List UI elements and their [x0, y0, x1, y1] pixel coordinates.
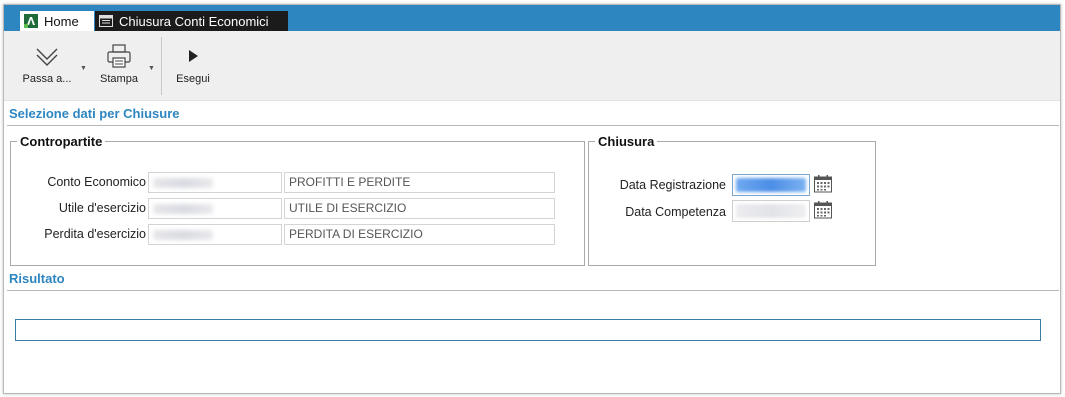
redacted-value — [736, 178, 806, 192]
esegui-label: Esegui — [176, 73, 210, 85]
perdita-esercizio-code-input[interactable] — [148, 224, 282, 245]
risultato-output-field[interactable] — [15, 319, 1041, 341]
esegui-button[interactable]: Esegui — [172, 37, 214, 95]
chevrons-down-icon — [16, 43, 78, 69]
passa-a-label: Passa a... — [22, 73, 72, 85]
tab-home[interactable]: Home — [20, 11, 94, 31]
contropartite-legend: Contropartite — [20, 134, 103, 149]
app-window: Home Chiusura Conti Economici Passa a...… — [3, 4, 1061, 394]
toolbar-separator — [161, 37, 162, 95]
stampa-label: Stampa — [100, 73, 138, 85]
tab-home-label: Home — [44, 13, 79, 29]
data-registrazione-input[interactable] — [732, 174, 810, 196]
data-registrazione-row: Data Registrazione — [594, 174, 726, 196]
play-icon — [172, 43, 214, 69]
utile-esercizio-description: UTILE DI ESERCIZIO — [284, 198, 555, 219]
utile-esercizio-label: Utile d'esercizio — [58, 201, 146, 215]
redacted-value — [736, 204, 806, 218]
tab-active-label: Chiusura Conti Economici — [119, 13, 269, 29]
calendar-icon[interactable] — [813, 174, 833, 194]
stampa-dropdown-arrow-icon[interactable]: ▼ — [148, 65, 155, 72]
calendar-icon[interactable] — [813, 200, 833, 220]
data-competenza-input[interactable] — [732, 200, 810, 222]
utile-esercizio-code-input[interactable] — [148, 198, 282, 219]
window-form-icon — [99, 14, 113, 28]
perdita-esercizio-description: PERDITA DI ESERCIZIO — [284, 224, 555, 245]
section-divider — [7, 290, 1059, 291]
printer-icon — [92, 43, 146, 69]
data-competenza-row: Data Competenza — [594, 201, 726, 223]
conto-economico-row: Conto Economico — [14, 171, 146, 193]
stampa-button[interactable]: Stampa — [92, 37, 146, 95]
perdita-esercizio-label: Perdita d'esercizio — [44, 227, 146, 241]
passa-dropdown-arrow-icon[interactable]: ▼ — [80, 65, 87, 72]
data-competenza-label: Data Competenza — [625, 205, 726, 219]
home-logo-icon — [24, 14, 38, 28]
conto-economico-code-input[interactable] — [148, 172, 282, 193]
redacted-value — [153, 204, 213, 214]
data-registrazione-label: Data Registrazione — [619, 178, 726, 192]
tab-bar: Home Chiusura Conti Economici — [4, 5, 1060, 31]
section-title-selezione: Selezione dati per Chiusure — [9, 106, 180, 121]
passa-a-button[interactable]: Passa a... — [16, 37, 78, 95]
chiusura-legend: Chiusura — [598, 134, 655, 149]
redacted-value — [153, 178, 213, 188]
toolbar: Passa a... ▼ Stampa ▼ Esegui — [4, 31, 1060, 101]
section-divider — [7, 125, 1059, 126]
conto-economico-label: Conto Economico — [47, 175, 146, 189]
utile-esercizio-row: Utile d'esercizio — [14, 197, 146, 219]
tab-chiusura-conti-economici[interactable]: Chiusura Conti Economici — [95, 11, 288, 31]
conto-economico-description: PROFITTI E PERDITE — [284, 172, 555, 193]
section-title-risultato: Risultato — [9, 271, 65, 286]
redacted-value — [153, 230, 213, 240]
perdita-esercizio-row: Perdita d'esercizio — [14, 223, 146, 245]
